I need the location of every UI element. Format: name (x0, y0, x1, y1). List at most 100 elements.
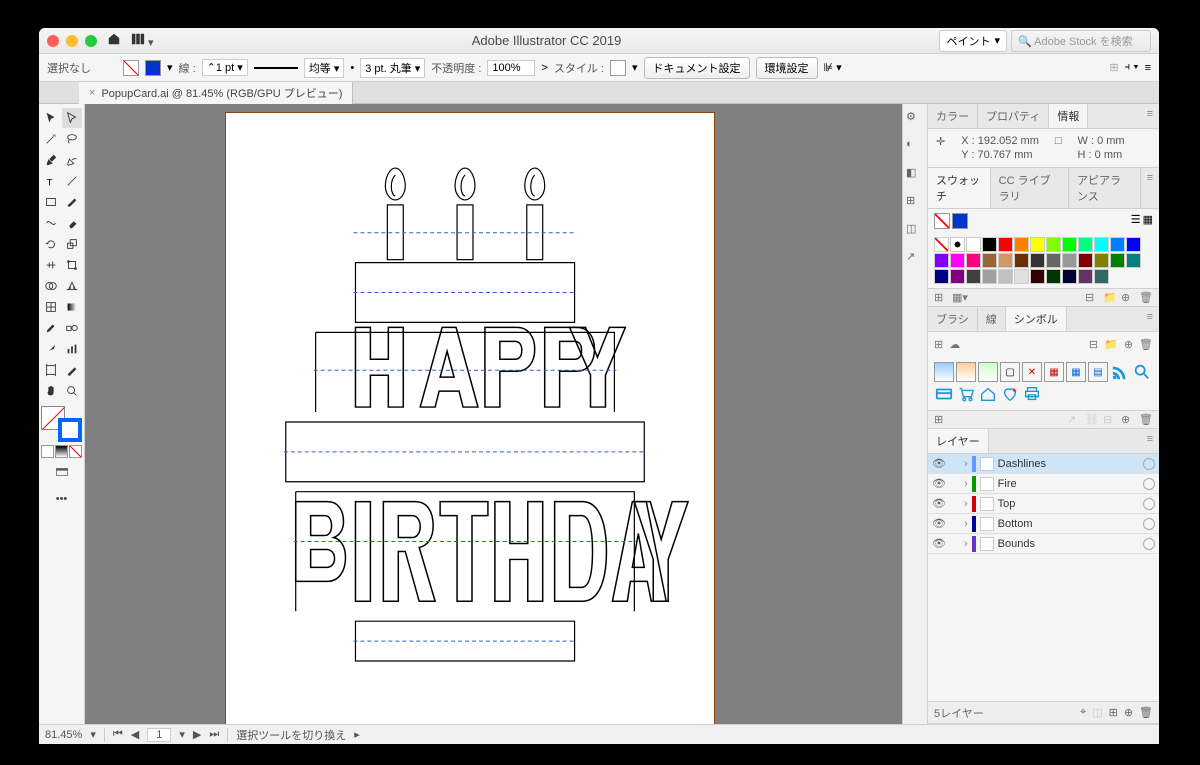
swatch-list-view-icon[interactable]: ☰ (1131, 213, 1141, 229)
close-tab-icon[interactable]: × (89, 87, 95, 99)
fill-stroke-indicator[interactable] (41, 406, 82, 442)
edit-toolbar-button[interactable]: ••• (41, 486, 82, 512)
tab-cc-library[interactable]: CC ライブラリ (991, 168, 1069, 208)
swatch[interactable] (998, 237, 1013, 252)
swatch-grid-view-icon[interactable]: ▦ (1143, 213, 1153, 229)
rectangle-tool[interactable] (41, 192, 61, 212)
zoom-level[interactable]: 81.45% (45, 729, 82, 741)
swatch[interactable] (1094, 253, 1109, 268)
color-mode-solid[interactable] (41, 445, 54, 458)
opacity-input[interactable]: 100% (487, 60, 535, 76)
stroke-indicator[interactable] (58, 418, 82, 442)
symbol-heart-plus-icon[interactable] (1000, 384, 1020, 404)
panel-menu-icon[interactable]: ≡ (1145, 62, 1151, 74)
symbol-search-icon[interactable] (1132, 362, 1152, 382)
brush-folder-icon[interactable]: 📁 (1104, 338, 1118, 351)
new-sublayer-icon[interactable]: ⊞ (1109, 706, 1118, 719)
visibility-icon[interactable]: 👁 (932, 477, 946, 490)
artboard-tool[interactable] (41, 360, 61, 380)
swatch[interactable] (1030, 269, 1045, 284)
rotate-tool[interactable] (41, 234, 61, 254)
pen-tool[interactable] (41, 150, 61, 170)
swatch[interactable] (934, 269, 949, 284)
swatch[interactable] (1046, 237, 1061, 252)
symbol-box-1[interactable]: ▢ (1000, 362, 1020, 382)
layer-row[interactable]: 👁 › Fire (928, 474, 1159, 494)
panel-menu-icon[interactable]: ≡ (1141, 307, 1159, 331)
layer-row[interactable]: 👁 › Bounds (928, 534, 1159, 554)
symbol-print-icon[interactable] (1022, 384, 1042, 404)
direct-selection-tool[interactable] (62, 108, 82, 128)
visibility-icon[interactable]: 👁 (932, 457, 946, 470)
swatch[interactable] (998, 253, 1013, 268)
symbol-sprayer-tool[interactable] (41, 339, 61, 359)
lasso-tool[interactable] (62, 129, 82, 149)
swatch[interactable] (982, 269, 997, 284)
swatch[interactable] (1014, 269, 1029, 284)
swatch[interactable] (1126, 253, 1141, 268)
swatch[interactable] (1030, 253, 1045, 268)
panel-menu-icon[interactable]: ≡ (1141, 429, 1159, 453)
brush-library-icon[interactable]: ⊞ (934, 338, 943, 351)
style-swatch[interactable] (610, 60, 626, 76)
symbol-no[interactable]: ✕ (1022, 362, 1042, 382)
expand-icon[interactable]: › (964, 458, 968, 470)
tab-brushes[interactable]: ブラシ (928, 307, 978, 331)
shaper-tool[interactable] (41, 213, 61, 233)
artboard-nav-prev-icon[interactable]: ◀ (131, 728, 139, 741)
swatch[interactable] (934, 237, 949, 252)
align-panel-icon[interactable]: ⫞ ▾ (1125, 61, 1139, 74)
symbol-grid-blue[interactable]: ▦ (1066, 362, 1086, 382)
swatch[interactable] (934, 253, 949, 268)
dock-export-icon[interactable]: ↗ (906, 250, 924, 268)
transform-panel-icon[interactable]: ⊞ (1109, 61, 1118, 74)
swatch[interactable] (1126, 237, 1141, 252)
swatch[interactable] (1030, 237, 1045, 252)
layer-row[interactable]: 👁 › Top (928, 494, 1159, 514)
selection-tool[interactable] (41, 108, 61, 128)
paintbrush-tool[interactable] (62, 192, 82, 212)
tab-swatches[interactable]: スウォッチ (928, 168, 991, 208)
swatch[interactable] (1062, 269, 1077, 284)
tab-symbols[interactable]: シンボル (1006, 307, 1067, 331)
symbol-rss-icon[interactable] (1110, 362, 1130, 382)
dock-properties-icon[interactable]: ⚙ (906, 110, 924, 128)
swatch-menu-icon[interactable]: ▦▾ (952, 291, 966, 305)
tab-info[interactable]: 情報 (1049, 104, 1088, 128)
visibility-icon[interactable]: 👁 (932, 537, 946, 550)
new-symbol-icon[interactable]: ⊕ (1121, 413, 1135, 427)
screen-mode-button[interactable] (41, 459, 82, 485)
visibility-icon[interactable]: 👁 (932, 497, 946, 510)
stroke-swatch[interactable] (145, 60, 161, 76)
delete-brush-icon[interactable]: 🗑 (1139, 338, 1153, 351)
layer-row[interactable]: 👁 › Bottom (928, 514, 1159, 534)
align-icon[interactable]: ⊯ ▾ (824, 61, 842, 74)
new-brush-icon[interactable]: ⊕ (1124, 338, 1133, 351)
swatch-library-icon[interactable]: ⊞ (934, 291, 948, 305)
symbol-grid-red[interactable]: ▦ (1044, 362, 1064, 382)
swatch[interactable] (1094, 237, 1109, 252)
tab-stroke[interactable]: 線 (978, 307, 1006, 331)
swatch-fill-none[interactable] (934, 213, 950, 229)
mesh-tool[interactable] (41, 297, 61, 317)
close-window-button[interactable] (47, 35, 59, 47)
color-mode-gradient[interactable] (55, 445, 68, 458)
swatch[interactable] (1110, 253, 1125, 268)
symbol-button-1[interactable] (934, 362, 954, 382)
expand-icon[interactable]: › (964, 538, 968, 550)
dock-align-icon[interactable]: ⊞ (906, 194, 924, 212)
document-tab[interactable]: × PopupCard.ai @ 81.45% (RGB/GPU プレビュー) (79, 82, 353, 104)
swatch[interactable] (982, 253, 997, 268)
dock-layers-icon[interactable]: ◧ (906, 166, 924, 184)
minimize-window-button[interactable] (66, 35, 78, 47)
expand-icon[interactable]: › (964, 478, 968, 490)
swatch[interactable] (1014, 253, 1029, 268)
symbol-film[interactable]: ▤ (1088, 362, 1108, 382)
symbol-library-icon[interactable]: ⊞ (934, 413, 948, 427)
brush-cloud-icon[interactable]: ☁ (949, 338, 960, 351)
artboard-number[interactable]: 1 (147, 728, 171, 742)
swatch[interactable] (1046, 253, 1061, 268)
brush-options-icon[interactable]: ⊟ (1089, 338, 1098, 351)
swatch[interactable] (1078, 253, 1093, 268)
layer-target-icon[interactable] (1143, 538, 1155, 550)
